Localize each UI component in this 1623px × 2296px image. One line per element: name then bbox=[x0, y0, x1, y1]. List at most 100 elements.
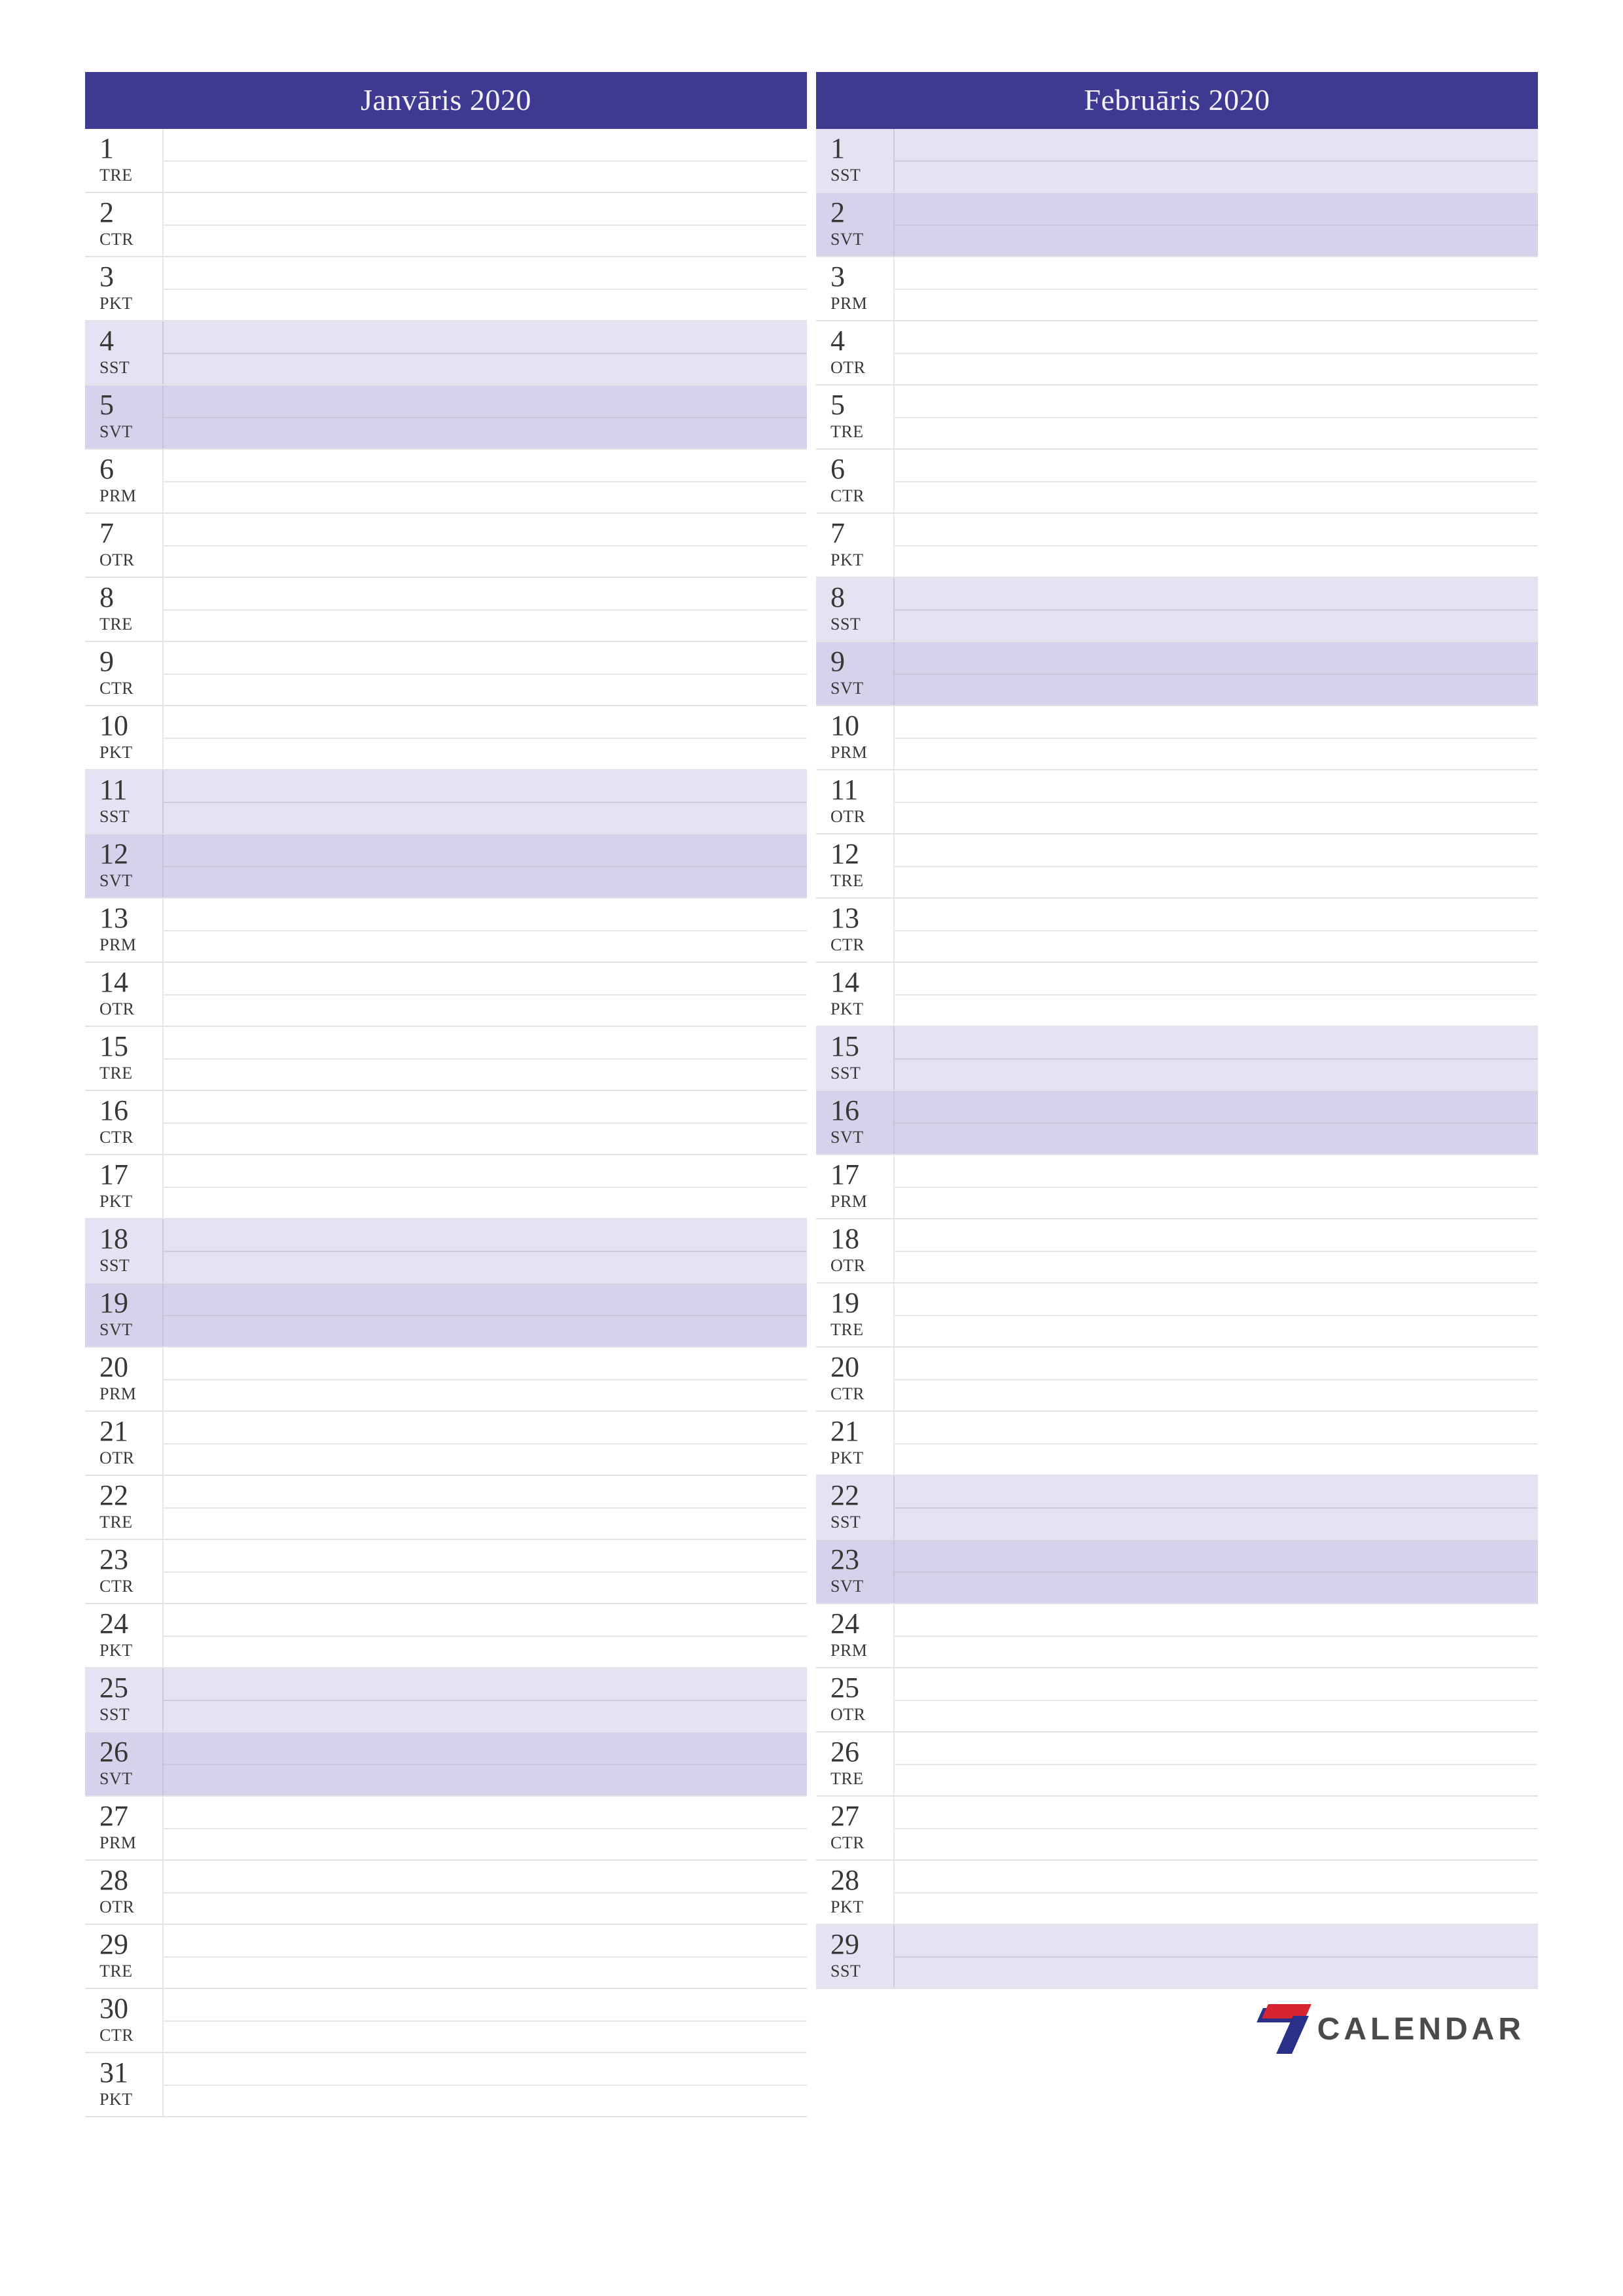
note-separator-line bbox=[164, 673, 807, 675]
weekday-abbr: SVT bbox=[830, 230, 893, 249]
date-number: 23 bbox=[99, 1545, 162, 1574]
date-number: 28 bbox=[830, 1866, 893, 1895]
date-block: 6CTR bbox=[816, 450, 895, 512]
weekday-abbr: CTR bbox=[830, 1384, 893, 1404]
weekday-abbr: SST bbox=[830, 166, 893, 185]
day-row: 17PRM bbox=[816, 1155, 1538, 1219]
note-separator-line bbox=[164, 545, 807, 547]
note-area bbox=[164, 1348, 807, 1410]
note-separator-line bbox=[164, 353, 807, 354]
day-row: 5SVT bbox=[85, 386, 807, 450]
date-number: 29 bbox=[830, 1930, 893, 1959]
note-area bbox=[895, 1797, 1538, 1859]
date-block: 3PKT bbox=[85, 257, 164, 320]
day-row: 12TRE bbox=[816, 834, 1538, 899]
note-separator-line bbox=[164, 1636, 807, 1637]
note-area bbox=[164, 1476, 807, 1539]
date-block: 6PRM bbox=[85, 450, 164, 512]
date-block: 19TRE bbox=[816, 1283, 895, 1346]
day-row: 4SST bbox=[85, 321, 807, 386]
note-separator-line bbox=[895, 802, 1538, 803]
note-area bbox=[895, 1155, 1538, 1218]
day-row: 8TRE bbox=[85, 578, 807, 642]
weekday-abbr: SVT bbox=[99, 1320, 162, 1340]
weekday-abbr: PRM bbox=[99, 486, 162, 506]
note-separator-line bbox=[164, 609, 807, 611]
weekday-abbr: OTR bbox=[99, 1897, 162, 1917]
date-block: 2CTR bbox=[85, 193, 164, 256]
date-block: 17PKT bbox=[85, 1155, 164, 1218]
date-block: 26SVT bbox=[85, 1732, 164, 1795]
note-area bbox=[164, 321, 807, 384]
date-number: 17 bbox=[830, 1160, 893, 1189]
note-area bbox=[895, 386, 1538, 448]
day-row: 14OTR bbox=[85, 963, 807, 1027]
day-row: 3PKT bbox=[85, 257, 807, 321]
note-area bbox=[895, 1091, 1538, 1154]
date-number: 7 bbox=[830, 519, 893, 548]
weekday-abbr: SST bbox=[830, 1962, 893, 1981]
date-number: 22 bbox=[99, 1481, 162, 1510]
weekday-abbr: PRM bbox=[830, 1641, 893, 1660]
note-area bbox=[164, 1540, 807, 1603]
note-area bbox=[895, 642, 1538, 705]
day-row: 6CTR bbox=[816, 450, 1538, 514]
day-row: 22SST bbox=[816, 1476, 1538, 1540]
date-block: 10PKT bbox=[85, 706, 164, 769]
date-block: 12SVT bbox=[85, 834, 164, 897]
day-row: 14PKT bbox=[816, 963, 1538, 1027]
date-number: 10 bbox=[830, 711, 893, 740]
note-area bbox=[164, 1219, 807, 1282]
date-block: 25OTR bbox=[816, 1668, 895, 1731]
note-separator-line bbox=[895, 866, 1538, 867]
day-row: 20PRM bbox=[85, 1348, 807, 1412]
note-area bbox=[895, 834, 1538, 897]
note-separator-line bbox=[164, 224, 807, 226]
day-row: 24PKT bbox=[85, 1604, 807, 1668]
note-area bbox=[164, 1861, 807, 1924]
date-number: 4 bbox=[99, 327, 162, 355]
weekday-abbr: PKT bbox=[99, 294, 162, 314]
date-block: 9SVT bbox=[816, 642, 895, 705]
day-row: 26TRE bbox=[816, 1732, 1538, 1797]
note-separator-line bbox=[895, 1315, 1538, 1316]
weekday-abbr: PRM bbox=[99, 1833, 162, 1853]
note-area bbox=[895, 129, 1538, 192]
weekday-abbr: SST bbox=[830, 1513, 893, 1532]
date-block: 7OTR bbox=[85, 514, 164, 577]
day-row: 2SVT bbox=[816, 193, 1538, 257]
day-row: 19SVT bbox=[85, 1283, 807, 1348]
note-separator-line bbox=[164, 1058, 807, 1060]
day-row: 1TRE bbox=[85, 129, 807, 193]
date-number: 25 bbox=[99, 1674, 162, 1702]
day-row: 10PKT bbox=[85, 706, 807, 770]
weekday-abbr: SVT bbox=[99, 1769, 162, 1789]
date-block: 22TRE bbox=[85, 1476, 164, 1539]
date-number: 5 bbox=[830, 391, 893, 420]
note-separator-line bbox=[895, 1379, 1538, 1380]
weekday-abbr: OTR bbox=[830, 807, 893, 827]
note-separator-line bbox=[164, 160, 807, 162]
note-separator-line bbox=[164, 802, 807, 803]
weekday-abbr: OTR bbox=[830, 1705, 893, 1725]
date-block: 16CTR bbox=[85, 1091, 164, 1154]
note-separator-line bbox=[895, 1956, 1538, 1958]
date-block: 11SST bbox=[85, 770, 164, 833]
day-row: 16CTR bbox=[85, 1091, 807, 1155]
note-area bbox=[164, 834, 807, 897]
weekday-abbr: OTR bbox=[99, 999, 162, 1019]
weekday-abbr: SVT bbox=[99, 422, 162, 442]
note-area bbox=[895, 193, 1538, 256]
day-row: 3PRM bbox=[816, 257, 1538, 321]
weekday-abbr: SST bbox=[830, 1064, 893, 1083]
date-number: 24 bbox=[830, 1609, 893, 1638]
day-row: 1SST bbox=[816, 129, 1538, 193]
date-number: 5 bbox=[99, 391, 162, 420]
date-number: 14 bbox=[830, 968, 893, 997]
day-row: 11SST bbox=[85, 770, 807, 834]
note-area bbox=[895, 899, 1538, 961]
weekday-abbr: TRE bbox=[830, 871, 893, 891]
date-block: 14OTR bbox=[85, 963, 164, 1026]
date-block: 21OTR bbox=[85, 1412, 164, 1475]
day-row: 11OTR bbox=[816, 770, 1538, 834]
